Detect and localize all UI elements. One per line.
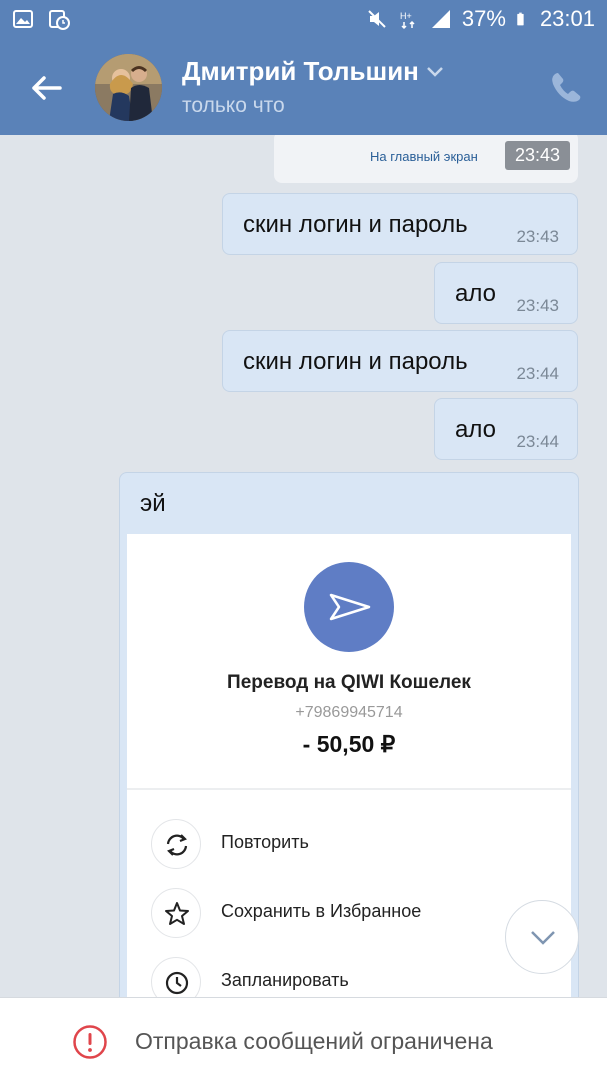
message-bubble[interactable]: ало 23:43 xyxy=(434,262,578,324)
contact-name-text: Дмитрий Тольшин xyxy=(182,56,419,86)
action-label: Запланировать xyxy=(221,970,349,990)
message-text: ало xyxy=(455,280,496,307)
avatar[interactable] xyxy=(95,54,162,121)
message-time: 23:43 xyxy=(516,227,559,246)
qiwi-receipt[interactable]: Перевод на QIWI Кошелек +79869945714 - 5… xyxy=(127,534,571,997)
save-favorite-button[interactable]: Сохранить в Избранное xyxy=(151,888,551,938)
scroll-down-button[interactable] xyxy=(505,900,579,974)
message-time: 23:44 xyxy=(516,432,559,451)
contact-status: только что xyxy=(182,94,285,117)
message-bubble[interactable]: ало 23:44 xyxy=(434,398,578,460)
message-text: ало xyxy=(455,416,496,443)
receipt-phone: +79869945714 xyxy=(295,704,403,721)
chat-header: Дмитрий Тольшин только что xyxy=(0,40,607,135)
repeat-button[interactable]: Повторить xyxy=(151,819,551,869)
svg-text:H+: H+ xyxy=(400,11,412,21)
transfer-icon xyxy=(304,562,394,652)
back-arrow-icon[interactable] xyxy=(28,70,64,106)
battery-icon xyxy=(517,12,524,26)
warning-icon xyxy=(73,1025,107,1059)
message-text: скин логин и пароль xyxy=(243,211,468,238)
gallery-icon xyxy=(13,10,33,28)
divider xyxy=(127,788,571,790)
status-bar: H+ 37% 23:01 xyxy=(0,0,607,40)
restriction-message: Отправка сообщений ограничена xyxy=(135,1028,493,1054)
message-bubble[interactable]: скин логин и пароль 23:44 xyxy=(222,330,578,392)
clock-image-icon xyxy=(49,10,70,30)
message-text: скин логин и пароль xyxy=(243,348,468,375)
receipt-title: Перевод на QIWI Кошелек xyxy=(227,672,471,693)
action-label: Повторить xyxy=(221,832,309,852)
action-label: Сохранить в Избранное xyxy=(221,901,422,921)
contact-name[interactable]: Дмитрий Тольшин xyxy=(182,56,443,87)
message-bubble[interactable]: скин логин и пароль 23:43 xyxy=(222,193,578,255)
message-text: эй xyxy=(140,490,166,517)
restriction-bar: Отправка сообщений ограничена xyxy=(0,997,607,1080)
signal-icon xyxy=(431,10,450,28)
clock-icon xyxy=(165,971,189,995)
phone-icon[interactable] xyxy=(549,70,583,104)
chevron-down-icon xyxy=(531,931,555,945)
network-icon: H+ xyxy=(400,11,415,30)
message-list[interactable]: На главный экран 23:43 скин логин и паро… xyxy=(0,135,607,997)
battery-percent: 37% xyxy=(461,6,506,31)
partial-message: На главный экран 23:43 xyxy=(274,135,578,183)
clock-time: 23:01 xyxy=(539,6,595,31)
star-icon xyxy=(165,902,189,925)
schedule-button[interactable]: Запланировать xyxy=(151,957,551,997)
mute-icon xyxy=(368,10,386,28)
time-badge: 23:43 xyxy=(504,141,570,170)
message-time: 23:44 xyxy=(516,364,559,383)
chevron-down-icon[interactable] xyxy=(427,66,443,77)
message-time: 23:43 xyxy=(516,296,559,315)
home-screen-link[interactable]: На главный экран xyxy=(370,149,478,164)
receipt-amount: - 50,50 ₽ xyxy=(302,731,396,757)
repeat-icon xyxy=(166,834,188,856)
